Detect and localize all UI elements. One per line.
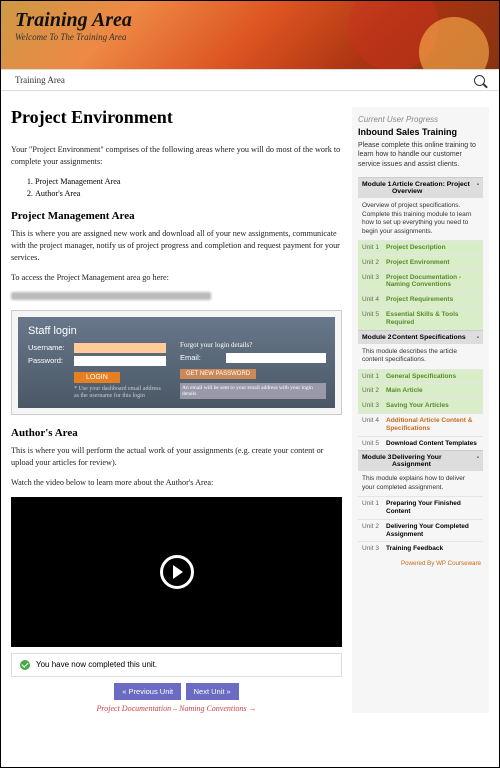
author-desc: This is where you will perform the actua…	[11, 445, 342, 469]
brand-link[interactable]: WP Courseware	[436, 560, 481, 567]
password-input[interactable]	[74, 356, 166, 366]
progress-label: Current User Progress	[358, 115, 483, 124]
unit-row[interactable]: Unit 2Project Environment	[358, 255, 483, 270]
username-input[interactable]	[74, 343, 166, 353]
unit-row[interactable]: Unit 1Project Description	[358, 240, 483, 255]
completion-banner: You have now completed this unit.	[11, 653, 342, 677]
course-title: Inbound Sales Training	[358, 127, 483, 137]
unit-row[interactable]: Unit 3Training Feedback	[358, 541, 483, 556]
next-link[interactable]: Project Documentation – Naming Conventio…	[11, 704, 342, 713]
reset-note: An email will be sent to your email addr…	[180, 383, 326, 399]
unit-row[interactable]: Unit 3Project Documentation - Naming Con…	[358, 270, 483, 293]
unit-row[interactable]: Unit 1General Specifications	[358, 369, 483, 384]
unit-row[interactable]: Unit 5Essential Skills & Tools Required	[358, 307, 483, 330]
area-list: Project Management Area Author's Area	[35, 176, 342, 201]
pma-access: To access the Project Management area go…	[11, 272, 342, 284]
login-screenshot: Staff login Username: Password: LOGIN * …	[11, 310, 342, 415]
search-icon[interactable]	[474, 75, 485, 86]
prev-unit-button[interactable]: « Previous Unit	[114, 683, 181, 700]
main-content: Project Environment Your "Project Enviro…	[11, 107, 342, 713]
play-icon[interactable]	[160, 555, 194, 589]
password-label: Password:	[28, 356, 68, 365]
video-player[interactable]	[11, 497, 342, 647]
login-note: * Use your dashboard email address as th…	[74, 386, 166, 400]
module-header[interactable]: Module 1Article Creation: Project Overvi…	[358, 177, 483, 198]
unit-row[interactable]: Unit 1Preparing Your Finished Content	[358, 496, 483, 519]
forgot-link[interactable]: Forgot your login details?	[180, 341, 326, 349]
unit-row[interactable]: Unit 4Additional Article Content & Speci…	[358, 413, 483, 436]
completion-text: You have now completed this unit.	[36, 660, 157, 669]
author-watch: Watch the video below to learn more abou…	[11, 477, 342, 489]
reset-button[interactable]: GET NEW PASSWORD	[180, 369, 256, 379]
module-header[interactable]: Module 3Delivering Your Assignment-	[358, 450, 483, 471]
unit-row[interactable]: Unit 2Main Article	[358, 383, 483, 398]
module-desc: This module explains how to deliver your…	[358, 471, 483, 496]
email-input[interactable]	[226, 353, 326, 363]
next-unit-button[interactable]: Next Unit »	[186, 683, 239, 700]
email-label: Email:	[180, 353, 220, 362]
sidebar: Current User Progress Inbound Sales Trai…	[352, 107, 489, 713]
username-label: Username:	[28, 343, 68, 352]
unit-row[interactable]: Unit 4Project Requirements	[358, 292, 483, 307]
course-intro: Please complete this online training to …	[358, 141, 483, 169]
site-subtitle: Welcome To The Training Area	[15, 32, 485, 42]
redacted-url	[11, 292, 211, 300]
list-item: Project Management Area	[35, 176, 342, 188]
login-button[interactable]: LOGIN	[74, 372, 120, 383]
module-desc: This module describes the article conten…	[358, 344, 483, 369]
navbar: Training Area	[1, 69, 499, 91]
section-heading-pma: Project Management Area	[11, 210, 342, 222]
module-desc: Overview of project specifications. Comp…	[358, 198, 483, 240]
intro-text: Your "Project Environment" comprises of …	[11, 144, 342, 168]
check-icon	[20, 660, 30, 670]
hero-banner: Training Area Welcome To The Training Ar…	[1, 1, 499, 69]
powered-by: Powered By WP Courseware	[358, 556, 483, 571]
login-title: Staff login	[28, 325, 166, 337]
list-item: Author's Area	[35, 188, 342, 200]
breadcrumb[interactable]: Training Area	[15, 75, 65, 85]
unit-row[interactable]: Unit 2Delivering Your Completed Assignme…	[358, 519, 483, 542]
module-header[interactable]: Module 2Content Specifications-	[358, 330, 483, 344]
unit-row[interactable]: Unit 3Saving Your Articles	[358, 398, 483, 413]
section-heading-author: Author's Area	[11, 427, 342, 439]
site-title: Training Area	[15, 9, 485, 32]
unit-row[interactable]: Unit 5Download Content Templates	[358, 436, 483, 451]
pma-desc: This is where you are assigned new work …	[11, 228, 342, 264]
page-title: Project Environment	[11, 107, 342, 128]
